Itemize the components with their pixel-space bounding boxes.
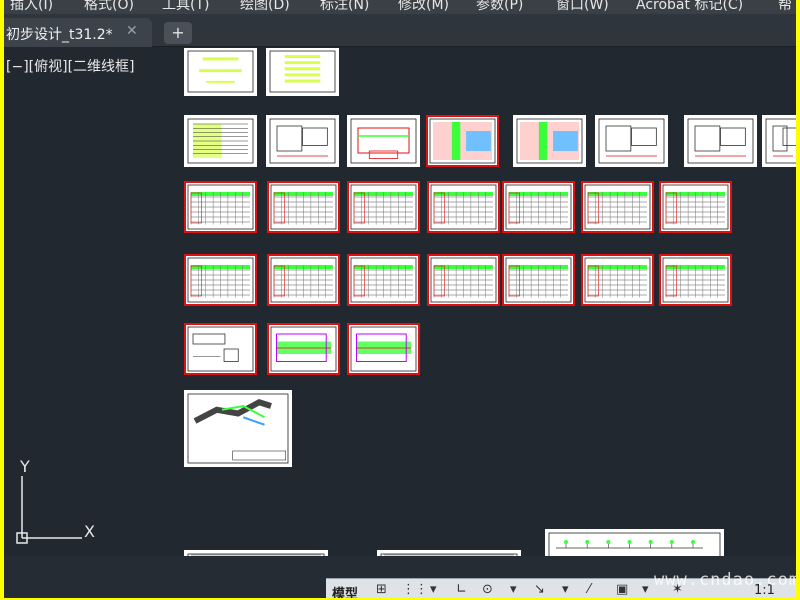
dropdown-icon[interactable]: ▾ [430,582,437,597]
sheet-table-b3[interactable] [347,254,420,306]
sheet-table-b7[interactable] [659,254,732,306]
ucs-axes-icon: Y X [16,457,95,544]
sheet-table-b5[interactable] [502,254,575,306]
model-space-button[interactable]: 模型 [332,583,358,598]
sheet-detail-1[interactable] [595,115,668,167]
sheet-table-b6[interactable] [581,254,654,306]
menu-insert[interactable]: 插入(I) [10,0,53,14]
sheet-plan-1[interactable] [347,115,420,167]
sheet-table-a5[interactable] [502,181,575,233]
sheet-layout-1[interactable] [426,115,499,167]
sheet-table-b1[interactable] [184,254,257,306]
sheet-table-a1[interactable] [184,181,257,233]
snap-icon[interactable]: ⋮⋮ [402,582,428,597]
sheet-cover-2[interactable] [266,47,339,96]
sheet-table-a7[interactable] [659,181,732,233]
cad-window: 插入(I) 格式(O) 工具(T) 绘图(D) 标注(N) 修改(M) 参数(P… [4,0,796,598]
selection-icon[interactable]: ▣ [616,582,628,597]
ucs-x-label: X [84,522,95,541]
dropdown-icon[interactable]: ▾ [562,582,569,597]
sheet-cover-1[interactable] [184,47,257,96]
menu-draw[interactable]: 绘图(D) [240,0,290,14]
new-tab-button[interactable]: + [164,22,192,44]
menu-help[interactable]: 帮 [778,0,792,14]
dropdown-icon[interactable]: ▾ [642,582,649,597]
sheet-index-1[interactable] [184,115,257,167]
osnap-icon[interactable]: ↘ [534,582,545,597]
sheet-table-b2[interactable] [267,254,340,306]
sheet-table-a4[interactable] [427,181,500,233]
sheet-layout-2[interactable] [513,115,586,167]
watermark: www.cndao.com [654,570,796,590]
sheet-profile-1[interactable] [545,529,724,571]
menu-acrobat[interactable]: Acrobat 标记(C) [636,0,743,14]
sheet-table-a2[interactable] [267,181,340,233]
ortho-icon[interactable]: ∟ [456,582,467,597]
sheet-pipe-1[interactable] [267,323,340,375]
dropdown-icon[interactable]: ▾ [510,582,517,597]
sheet-table-a6[interactable] [581,181,654,233]
ucs-icon: Y X [8,456,108,555]
ucs-y-label: Y [19,457,30,476]
close-icon[interactable]: ✕ [126,23,138,39]
menu-window[interactable]: 窗口(W) [556,0,609,14]
sheet-table-a3[interactable] [347,181,420,233]
menu-modify[interactable]: 修改(M) [398,0,449,14]
menu-format[interactable]: 格式(O) [84,0,134,14]
sheet-section-1[interactable] [184,323,257,375]
document-tab-bar: 初步设计_t31.2* ✕ + [4,14,796,47]
menu-tools[interactable]: 工具(T) [162,0,209,14]
polar-icon[interactable]: ⊙ [482,582,493,597]
sheet-notes-1[interactable] [266,115,339,167]
document-tab[interactable]: 初步设计_t31.2* ✕ [4,18,152,47]
sheets-layer [184,47,796,571]
sheet-pipe-2[interactable] [347,323,420,375]
menu-bar: 插入(I) 格式(O) 工具(T) 绘图(D) 标注(N) 修改(M) 参数(P… [4,0,796,14]
document-tab-label: 初步设计_t31.2* [6,27,113,43]
drawing-canvas[interactable] [4,47,796,571]
menu-dimension[interactable]: 标注(N) [320,0,369,14]
grid-icon[interactable]: ⊞ [376,582,387,597]
lineweight-icon[interactable]: ⁄ [588,582,590,597]
sheet-detail-3[interactable] [762,115,796,167]
sheet-route-map[interactable] [184,390,292,467]
sheet-detail-2[interactable] [684,115,757,167]
menu-parameters[interactable]: 参数(P) [476,0,523,14]
sheet-table-b4[interactable] [427,254,500,306]
